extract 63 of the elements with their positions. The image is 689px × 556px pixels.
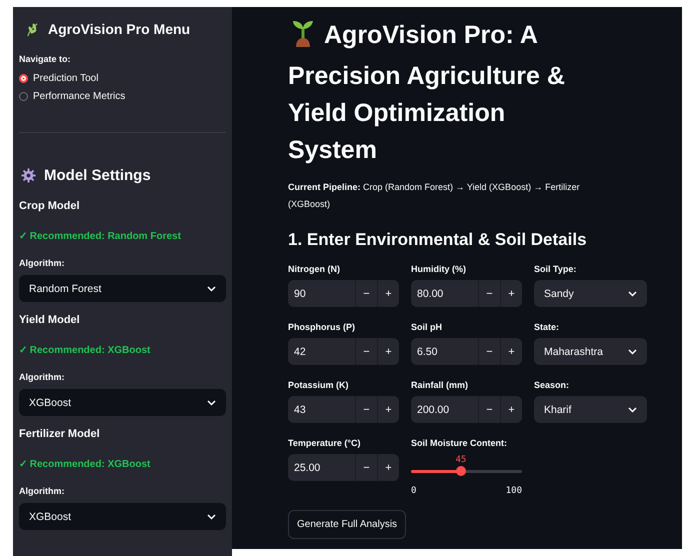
field-label: State: bbox=[534, 322, 560, 332]
model-heading: Fertilizer Model bbox=[19, 428, 101, 440]
section-heading: 1. Enter Environmental & Soil Details bbox=[288, 230, 588, 250]
field-label: Phosphorus (P) bbox=[288, 322, 356, 332]
chevron-down-icon bbox=[628, 348, 637, 354]
field-label: Soil Moisture Content: bbox=[411, 438, 508, 448]
increment-button[interactable]: + bbox=[500, 280, 522, 307]
chevron-down-icon bbox=[207, 400, 216, 406]
radio-icon[interactable] bbox=[19, 92, 28, 101]
algorithm-select[interactable]: XGBoost bbox=[19, 389, 226, 416]
select-dropdown[interactable]: Maharashtra bbox=[534, 338, 647, 365]
slider-max: 100 bbox=[506, 486, 522, 496]
field-label: Potassium (K) bbox=[288, 380, 350, 390]
number-input[interactable]: 43 − + bbox=[288, 396, 399, 423]
field-label: Soil pH bbox=[411, 322, 443, 332]
field-label: Rainfall (mm) bbox=[411, 380, 470, 390]
generate-analysis-button[interactable]: Generate Full Analysis bbox=[288, 510, 406, 539]
gear-icon bbox=[21, 168, 36, 183]
number-input[interactable]: 25.00 − + bbox=[288, 454, 399, 481]
increment-button[interactable]: + bbox=[500, 396, 522, 423]
slider-min: 0 bbox=[411, 486, 416, 496]
model-heading: Yield Model bbox=[19, 314, 81, 326]
number-input[interactable]: 42 − + bbox=[288, 338, 399, 365]
algorithm-label: Algorithm: bbox=[19, 486, 66, 496]
nav-label: Navigate to: bbox=[19, 54, 71, 64]
algorithm-select[interactable]: Random Forest bbox=[19, 275, 226, 302]
algorithm-label: Algorithm: bbox=[19, 372, 66, 382]
field-label: Humidity (%) bbox=[411, 264, 467, 274]
page-title: AgroVision Pro: A Precision Agriculture & Yield Optimization System bbox=[288, 17, 568, 169]
recommendation-text: ✓ Recommended: XGBoost bbox=[19, 459, 150, 470]
pipeline-text: Current Pipeline: Crop (Random Forest) → Yield (XGBoost) → Fertilizer (XGBoost) bbox=[288, 181, 581, 211]
field-label: Temperature (°C) bbox=[288, 438, 362, 448]
increment-button[interactable]: + bbox=[377, 454, 399, 481]
nav-radio-option[interactable]: Prediction Tool bbox=[19, 73, 226, 84]
chevron-down-icon bbox=[628, 290, 637, 296]
nav-radio-option[interactable]: Performance Metrics bbox=[19, 91, 226, 102]
number-input[interactable]: 6.50 − + bbox=[411, 338, 522, 365]
recommendation-text: ✓ Recommended: Random Forest bbox=[19, 231, 181, 242]
field-label: Nitrogen (N) bbox=[288, 264, 341, 274]
increment-button[interactable]: + bbox=[377, 338, 399, 365]
slider-thumb[interactable] bbox=[456, 466, 466, 476]
number-input[interactable]: 90 − + bbox=[288, 280, 399, 307]
number-input[interactable]: 200.00 − + bbox=[411, 396, 522, 423]
algorithm-label: Algorithm: bbox=[19, 258, 66, 268]
radio-icon[interactable] bbox=[19, 74, 28, 83]
chevron-down-icon bbox=[628, 406, 637, 412]
slider-value: 45 bbox=[456, 455, 466, 465]
increment-button[interactable]: + bbox=[377, 396, 399, 423]
increment-button[interactable]: + bbox=[377, 280, 399, 307]
number-input[interactable]: 80.00 − + bbox=[411, 280, 522, 307]
chevron-down-icon bbox=[207, 286, 216, 292]
algorithm-select[interactable]: XGBoost bbox=[19, 503, 226, 530]
increment-button[interactable]: + bbox=[500, 338, 522, 365]
field-label: Soil Type: bbox=[534, 264, 578, 274]
select-dropdown[interactable]: Sandy bbox=[534, 280, 647, 307]
field-label: Season: bbox=[534, 380, 570, 390]
chevron-down-icon bbox=[207, 514, 216, 520]
model-heading: Crop Model bbox=[19, 200, 80, 212]
recommendation-text: ✓ Recommended: XGBoost bbox=[19, 345, 150, 356]
settings-title: Model Settings bbox=[44, 167, 151, 184]
select-dropdown[interactable]: Kharif bbox=[534, 396, 647, 423]
leaf-icon bbox=[25, 22, 40, 36]
sidebar-title: AgroVision Pro Menu bbox=[48, 21, 190, 37]
